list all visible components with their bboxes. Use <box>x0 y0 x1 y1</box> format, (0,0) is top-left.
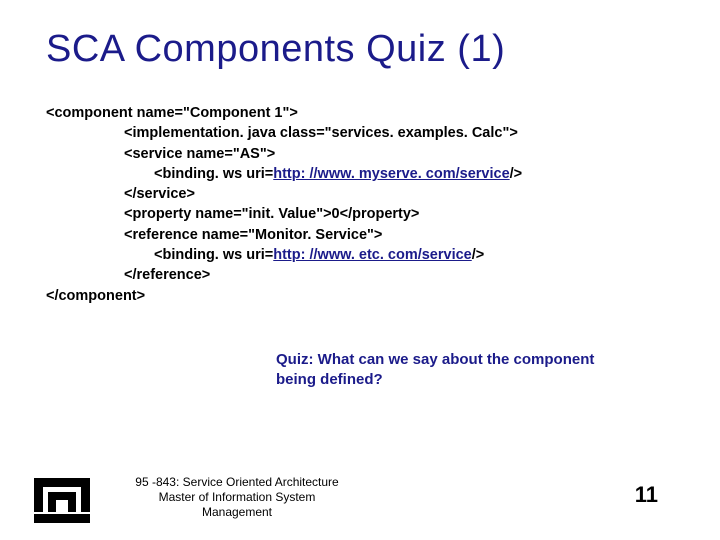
slide: SCA Components Quiz (1) <component name=… <box>0 0 720 540</box>
dept-line: Management <box>122 505 352 520</box>
code-line: <property name="init. Value">0</property… <box>46 204 674 224</box>
code-line: <reference name="Monitor. Service"> <box>46 225 674 245</box>
code-line: <binding. ws uri=http: //www. myserve. c… <box>46 164 674 184</box>
quiz-line: being defined? <box>276 370 674 390</box>
url-link[interactable]: http: //www. myserve. com/service <box>273 166 509 182</box>
quiz-line: Quiz: What can we say about the componen… <box>276 350 674 370</box>
code-text: <binding. ws uri= <box>154 166 273 182</box>
dept-line: Master of Information System <box>122 490 352 505</box>
code-line: <binding. ws uri=http: //www. etc. com/s… <box>46 245 674 265</box>
logo-icon <box>34 478 90 522</box>
code-block: <component name="Component 1"> <implemen… <box>46 103 674 306</box>
quiz-prompt: Quiz: What can we say about the componen… <box>46 350 674 391</box>
code-text: <binding. ws uri= <box>154 247 273 263</box>
code-line: </component> <box>46 286 674 306</box>
code-text: /> <box>510 166 523 182</box>
page-number: 11 <box>635 482 658 508</box>
slide-title: SCA Components Quiz (1) <box>46 28 674 71</box>
footer-text: 95 -843: Service Oriented Architecture M… <box>122 475 352 520</box>
code-text: /> <box>472 247 485 263</box>
code-line: <service name="AS"> <box>46 144 674 164</box>
code-line: <component name="Component 1"> <box>46 103 674 123</box>
code-line: </reference> <box>46 265 674 285</box>
code-line: </service> <box>46 184 674 204</box>
url-link[interactable]: http: //www. etc. com/service <box>273 247 472 263</box>
code-line: <implementation. java class="services. e… <box>46 123 674 143</box>
course-code: 95 -843: Service Oriented Architecture <box>122 475 352 490</box>
